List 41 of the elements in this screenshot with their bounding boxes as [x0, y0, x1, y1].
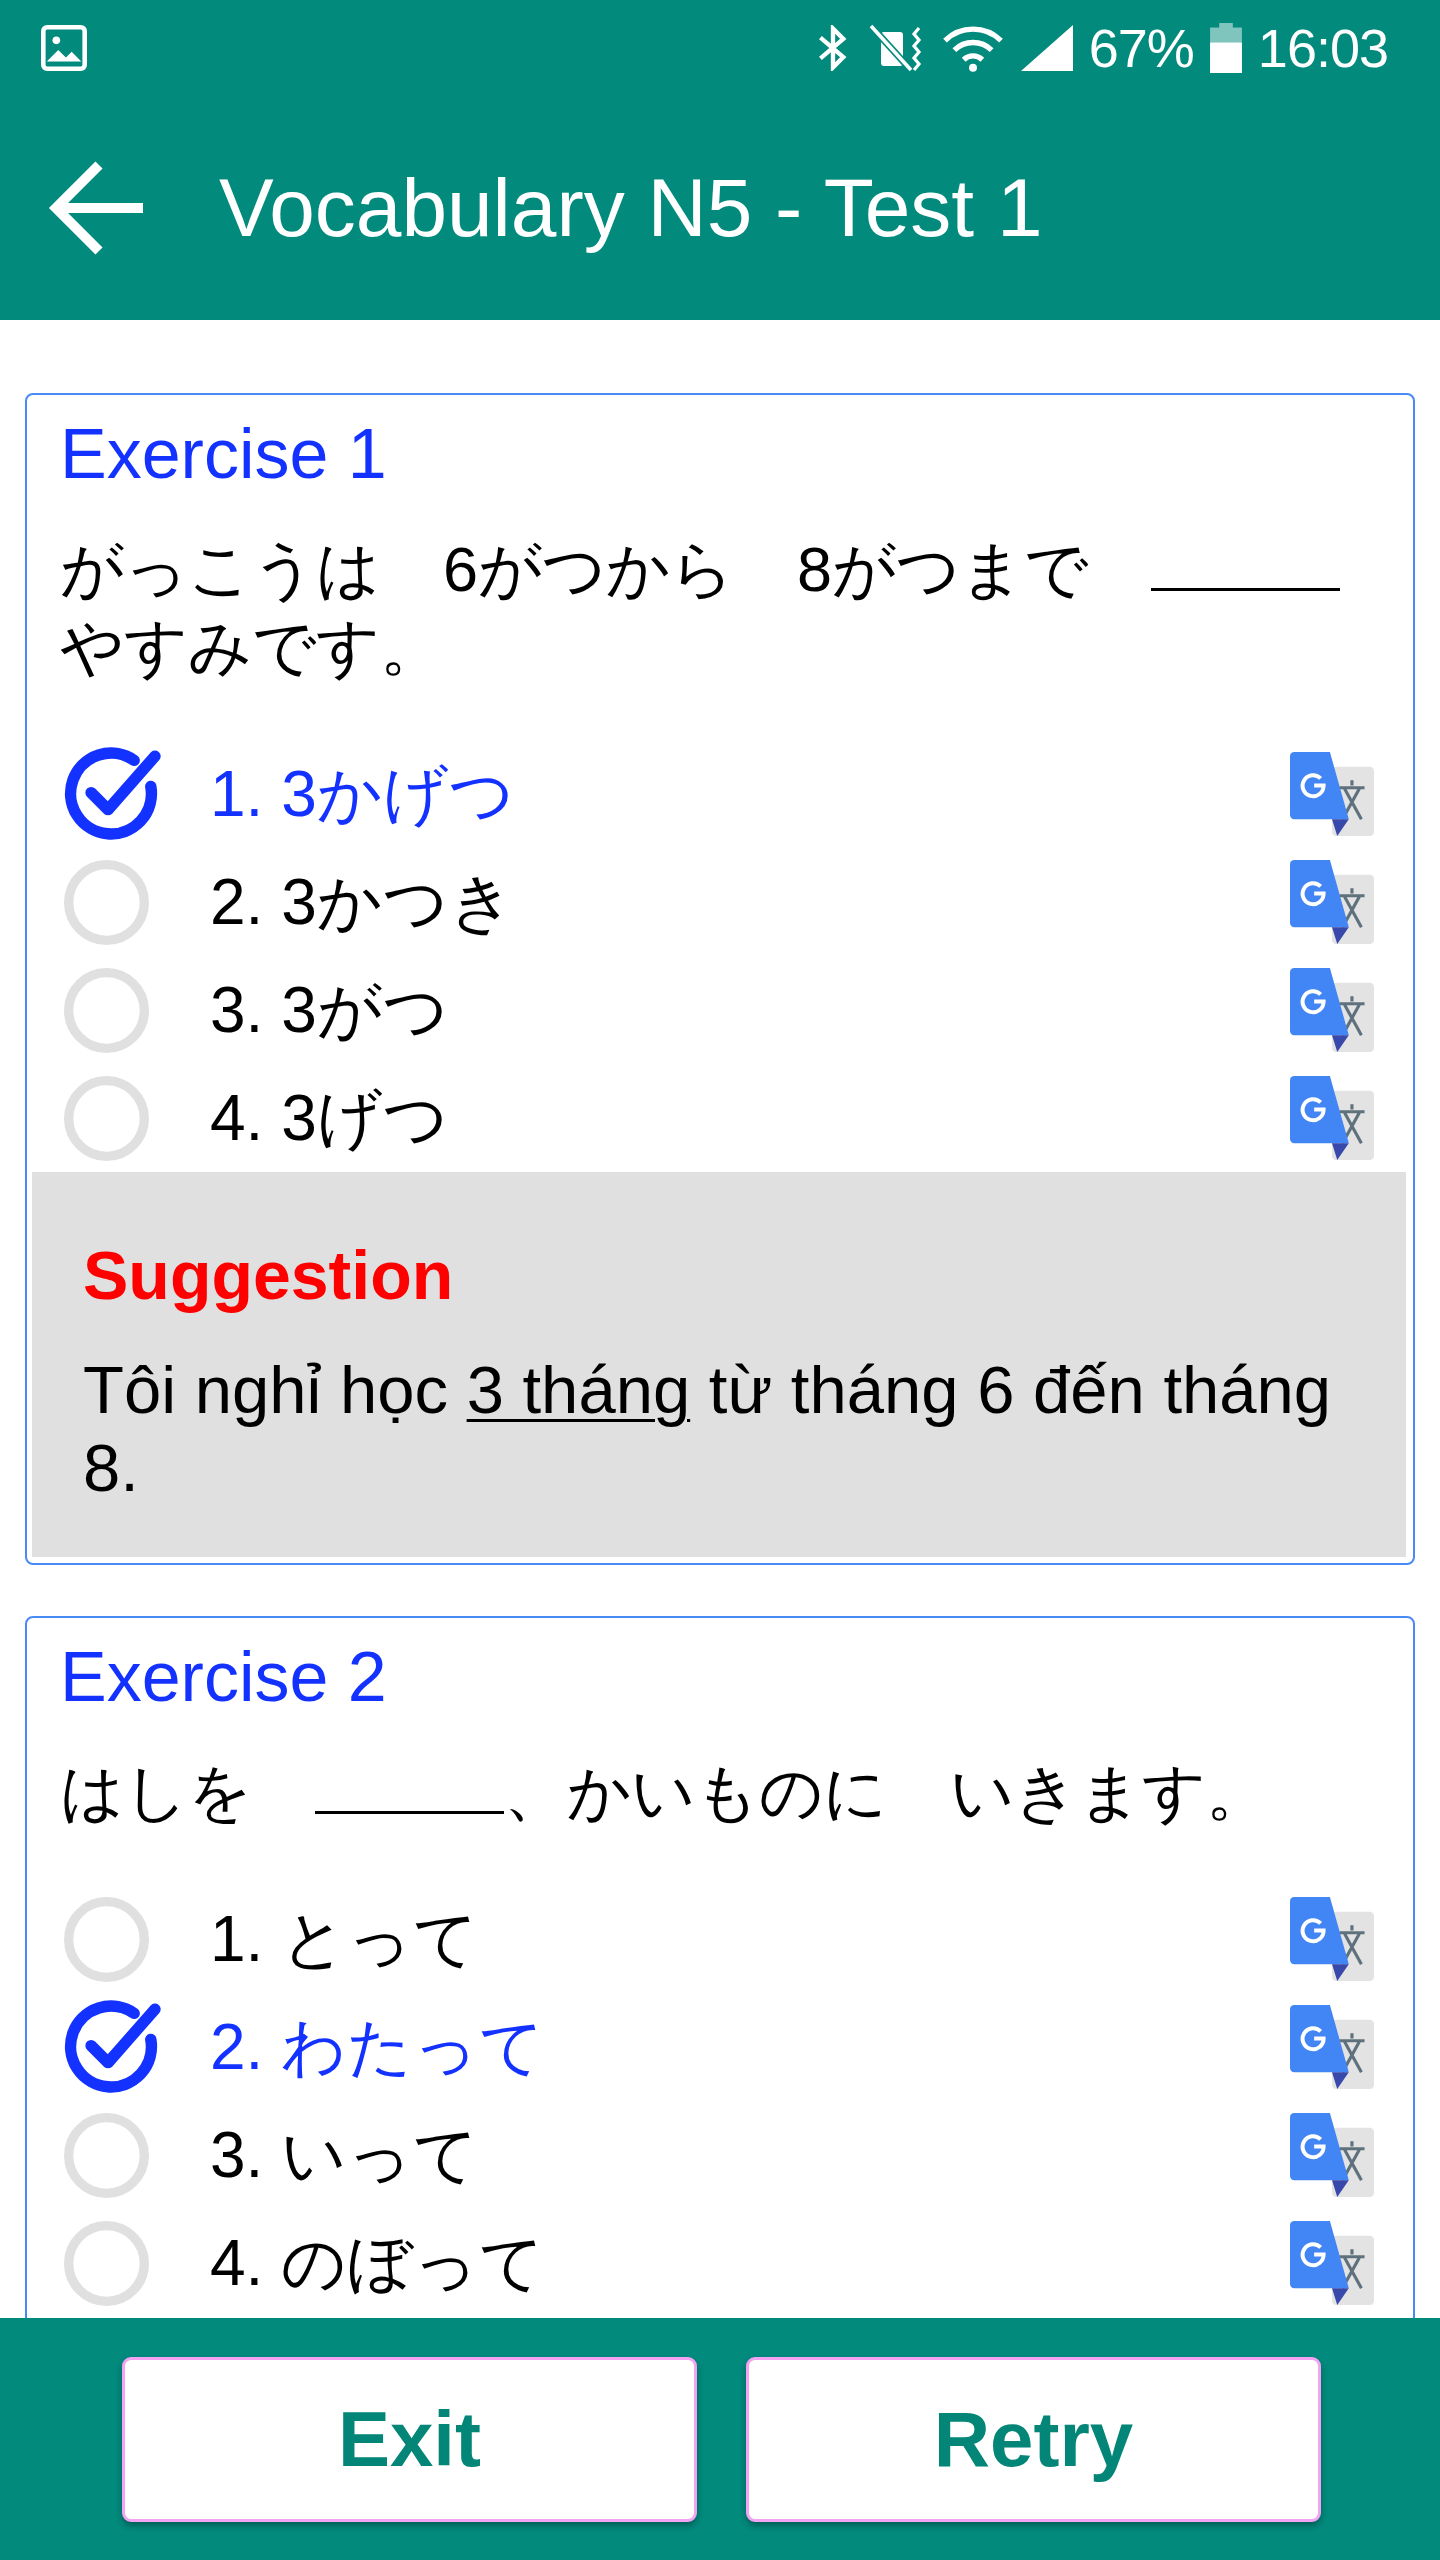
- translate-icon[interactable]: [1290, 1897, 1374, 1981]
- option-label[interactable]: 2. 3かつき: [210, 862, 1290, 942]
- app-title: Vocabulary N5 - Test 1: [219, 161, 1043, 255]
- option-label[interactable]: 1. とって: [210, 1899, 1290, 1979]
- option-label[interactable]: 3. 3がつ: [210, 970, 1290, 1050]
- retry-button[interactable]: Retry: [746, 2357, 1321, 2522]
- translate-icon[interactable]: [1290, 860, 1374, 944]
- image-icon: [41, 25, 87, 71]
- radio-button[interactable]: [64, 2220, 149, 2306]
- battery-percent: 67%: [1088, 18, 1194, 78]
- option-label[interactable]: 2. わたって: [210, 2007, 1290, 2087]
- translate-icon[interactable]: [1290, 752, 1374, 836]
- exercise-title: Exercise 2: [59, 1637, 388, 1718]
- suggestion-heading: Suggestion: [83, 1236, 455, 1315]
- question-text: はしを 、かいものに いきます。: [59, 1756, 1270, 1829]
- option-label[interactable]: 1. 3かげつ: [210, 754, 1290, 834]
- translate-icon[interactable]: [1290, 2005, 1374, 2089]
- suggestion-text: Tôi nghỉ học 3 tháng từ tháng 6 đến tháng 8.: [83, 1351, 1333, 1507]
- translate-icon[interactable]: [1290, 2113, 1374, 2197]
- radio-button[interactable]: [64, 2112, 149, 2198]
- option-label[interactable]: 4. のぼって: [210, 2223, 1290, 2303]
- radio-button[interactable]: [64, 1075, 149, 1161]
- radio-button[interactable]: [64, 1999, 162, 2095]
- battery-icon: [1209, 23, 1242, 73]
- exercise-title: Exercise 1: [59, 414, 388, 495]
- translate-icon[interactable]: [1290, 968, 1374, 1052]
- radio-button[interactable]: [64, 859, 149, 945]
- option-label[interactable]: 4. 3げつ: [210, 1078, 1290, 1158]
- translate-icon[interactable]: [1290, 2221, 1374, 2305]
- bluetooth-icon: [816, 25, 849, 71]
- clock-time: 16:03: [1257, 18, 1388, 78]
- radio-button[interactable]: [64, 1896, 149, 1982]
- translate-icon[interactable]: [1290, 1076, 1374, 1160]
- exit-button[interactable]: Exit: [122, 2357, 697, 2522]
- question-text: がっこうは 6がつから 8がつまで やすみです。: [27, 530, 1413, 686]
- signal-icon: [1020, 25, 1073, 71]
- wifi-icon: [940, 24, 1005, 72]
- back-arrow-icon[interactable]: [48, 161, 144, 255]
- radio-button[interactable]: [64, 967, 149, 1053]
- option-label[interactable]: 3. いって: [210, 2115, 1290, 2195]
- radio-button[interactable]: [64, 746, 162, 842]
